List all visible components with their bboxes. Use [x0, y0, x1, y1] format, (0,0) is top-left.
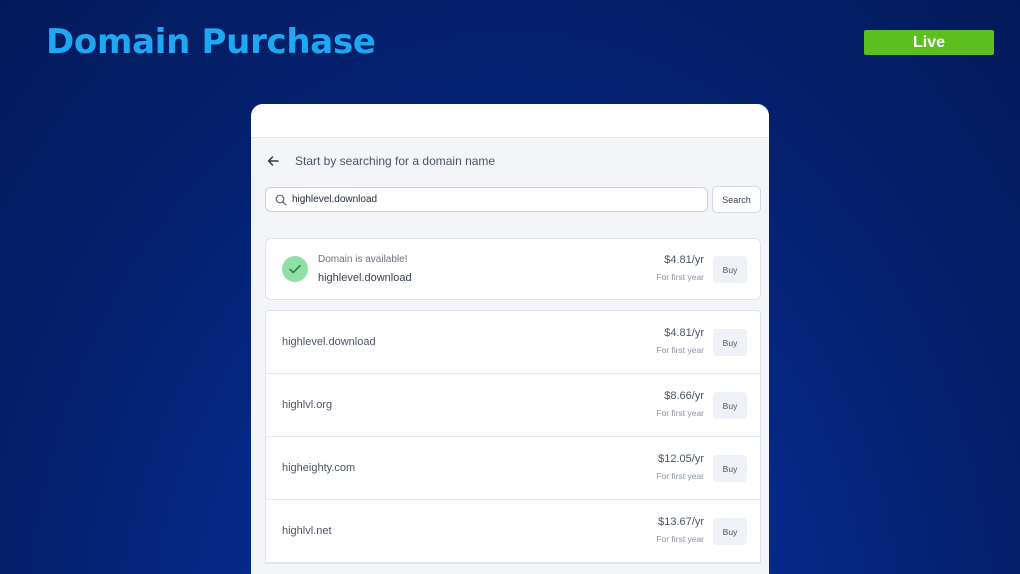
- result-domain-name: higheighty.com: [282, 462, 356, 474]
- search-icon: [275, 194, 287, 206]
- domain-results-list: highlevel.download $4.81/yr For first ye…: [265, 310, 761, 564]
- result-row: higheighty.com $12.05/yr For first year …: [266, 437, 760, 500]
- result-row: highlvl.net $13.67/yr For first year Buy: [266, 500, 760, 563]
- panel-heading: Start by searching for a domain name: [295, 154, 496, 168]
- domain-search-input[interactable]: [292, 194, 692, 205]
- price-note: For first year: [656, 534, 704, 544]
- price: $8.66/yr: [664, 390, 704, 402]
- arrow-left-icon[interactable]: [265, 153, 281, 169]
- result-domain-name: highlevel.download: [282, 336, 376, 348]
- price-note: For first year: [656, 272, 704, 282]
- domain-search-panel: Start by searching for a domain name Sea…: [251, 104, 769, 574]
- panel-top-bar: [251, 104, 769, 138]
- result-domain-name: highlvl.net: [282, 525, 332, 537]
- price: $4.81/yr: [664, 327, 704, 339]
- price-note: For first year: [656, 408, 704, 418]
- buy-button[interactable]: Buy: [713, 329, 747, 356]
- buy-button[interactable]: Buy: [713, 392, 747, 419]
- price-block: $12.05/yr For first year: [614, 453, 704, 481]
- result-domain-name: highlvl.org: [282, 399, 333, 411]
- back-row: Start by searching for a domain name: [265, 152, 495, 170]
- live-badge: Live: [864, 30, 994, 55]
- price: $13.67/yr: [658, 516, 704, 528]
- search-box[interactable]: [265, 187, 708, 212]
- slide-title: Domain Purchase: [46, 22, 376, 62]
- search-button[interactable]: Search: [712, 186, 761, 213]
- price-block: $13.67/yr For first year: [614, 516, 704, 544]
- price-block: $8.66/yr For first year: [614, 390, 704, 418]
- available-domain-name: highlevel.download: [318, 272, 412, 284]
- available-domain-card: Domain is available! highlevel.download …: [265, 238, 761, 300]
- result-row: highlvl.org $8.66/yr For first year Buy: [266, 374, 760, 437]
- buy-button[interactable]: Buy: [713, 256, 747, 283]
- price: $4.81/yr: [664, 254, 704, 266]
- check-icon: [282, 256, 308, 282]
- price-block: $4.81/yr For first year: [614, 254, 704, 282]
- buy-button[interactable]: Buy: [713, 518, 747, 545]
- price-note: For first year: [656, 471, 704, 481]
- price-note: For first year: [656, 345, 704, 355]
- availability-status: Domain is available!: [318, 254, 408, 265]
- price: $12.05/yr: [658, 453, 704, 465]
- available-text: Domain is available! highlevel.download: [318, 254, 412, 284]
- buy-button[interactable]: Buy: [713, 455, 747, 482]
- price-block: $4.81/yr For first year: [614, 327, 704, 355]
- result-row: highlevel.download $4.81/yr For first ye…: [266, 311, 760, 374]
